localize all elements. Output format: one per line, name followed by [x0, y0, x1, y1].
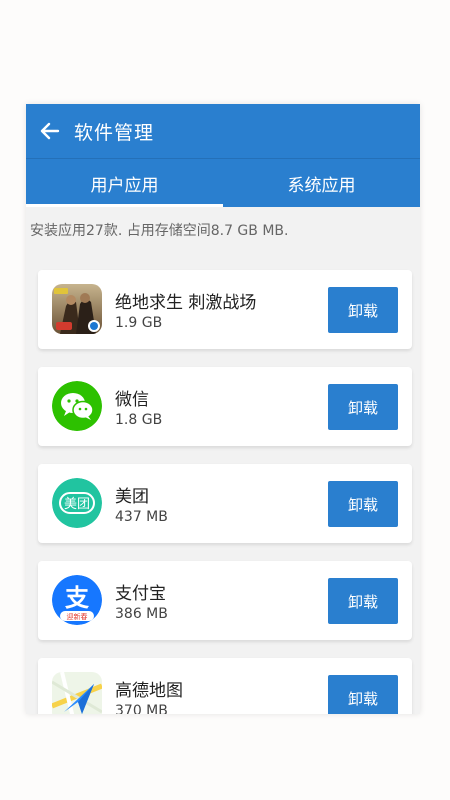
- app-window: 软件管理 用户应用 系统应用 安装应用27款. 占用存储空间8.7 GB MB.: [26, 104, 420, 714]
- alipay-icon-caption: 迎新春: [67, 612, 88, 621]
- alipay-icon-glyph: 支: [65, 584, 90, 612]
- back-button[interactable]: [32, 113, 68, 149]
- list-item: 绝地求生 刺激战场 1.9 GB 卸载: [38, 270, 412, 349]
- app-list: 绝地求生 刺激战场 1.9 GB 卸载 微信 1.8 GB 卸载 美团 美团 4…: [38, 270, 412, 714]
- screen-background: 软件管理 用户应用 系统应用 安装应用27款. 占用存储空间8.7 GB MB.: [0, 0, 450, 800]
- app-size: 437 MB: [115, 509, 168, 525]
- wechat-app-icon: [52, 381, 102, 431]
- meituan-icon-text: 美团: [64, 497, 90, 512]
- meituan-app-icon: 美团: [52, 478, 102, 528]
- app-name: 支付宝: [115, 584, 166, 604]
- tab-bar: 用户应用 系统应用: [26, 159, 420, 207]
- uninstall-button[interactable]: 卸载: [328, 287, 398, 333]
- amap-app-icon: [52, 672, 102, 714]
- app-name: 绝地求生 刺激战场: [115, 293, 257, 313]
- app-name: 微信: [115, 390, 149, 410]
- uninstall-button[interactable]: 卸载: [328, 384, 398, 430]
- app-size: 1.9 GB: [115, 315, 163, 331]
- uninstall-button[interactable]: 卸载: [328, 675, 398, 714]
- page-title: 软件管理: [74, 121, 155, 144]
- tab-system-apps[interactable]: 系统应用: [223, 159, 420, 207]
- app-name: 高德地图: [115, 681, 183, 701]
- arrow-left-icon: [40, 122, 60, 140]
- app-name: 美团: [115, 487, 149, 507]
- list-item: 支 迎新春 支付宝 386 MB 卸载: [38, 561, 412, 640]
- app-size: 370 MB: [115, 703, 168, 714]
- tab-user-apps[interactable]: 用户应用: [26, 159, 223, 207]
- list-item: 高德地图 370 MB 卸载: [38, 658, 412, 714]
- storage-summary: 安装应用27款. 占用存储空间8.7 GB MB.: [30, 223, 289, 239]
- list-item: 微信 1.8 GB 卸载: [38, 367, 412, 446]
- alipay-app-icon: 支 迎新春: [52, 575, 102, 625]
- uninstall-button[interactable]: 卸载: [328, 481, 398, 527]
- app-size: 386 MB: [115, 606, 168, 622]
- app-bar: 软件管理: [26, 104, 420, 159]
- uninstall-button[interactable]: 卸载: [328, 578, 398, 624]
- app-size: 1.8 GB: [115, 412, 163, 428]
- list-item: 美团 美团 437 MB 卸载: [38, 464, 412, 543]
- pubg-app-icon: [52, 284, 102, 334]
